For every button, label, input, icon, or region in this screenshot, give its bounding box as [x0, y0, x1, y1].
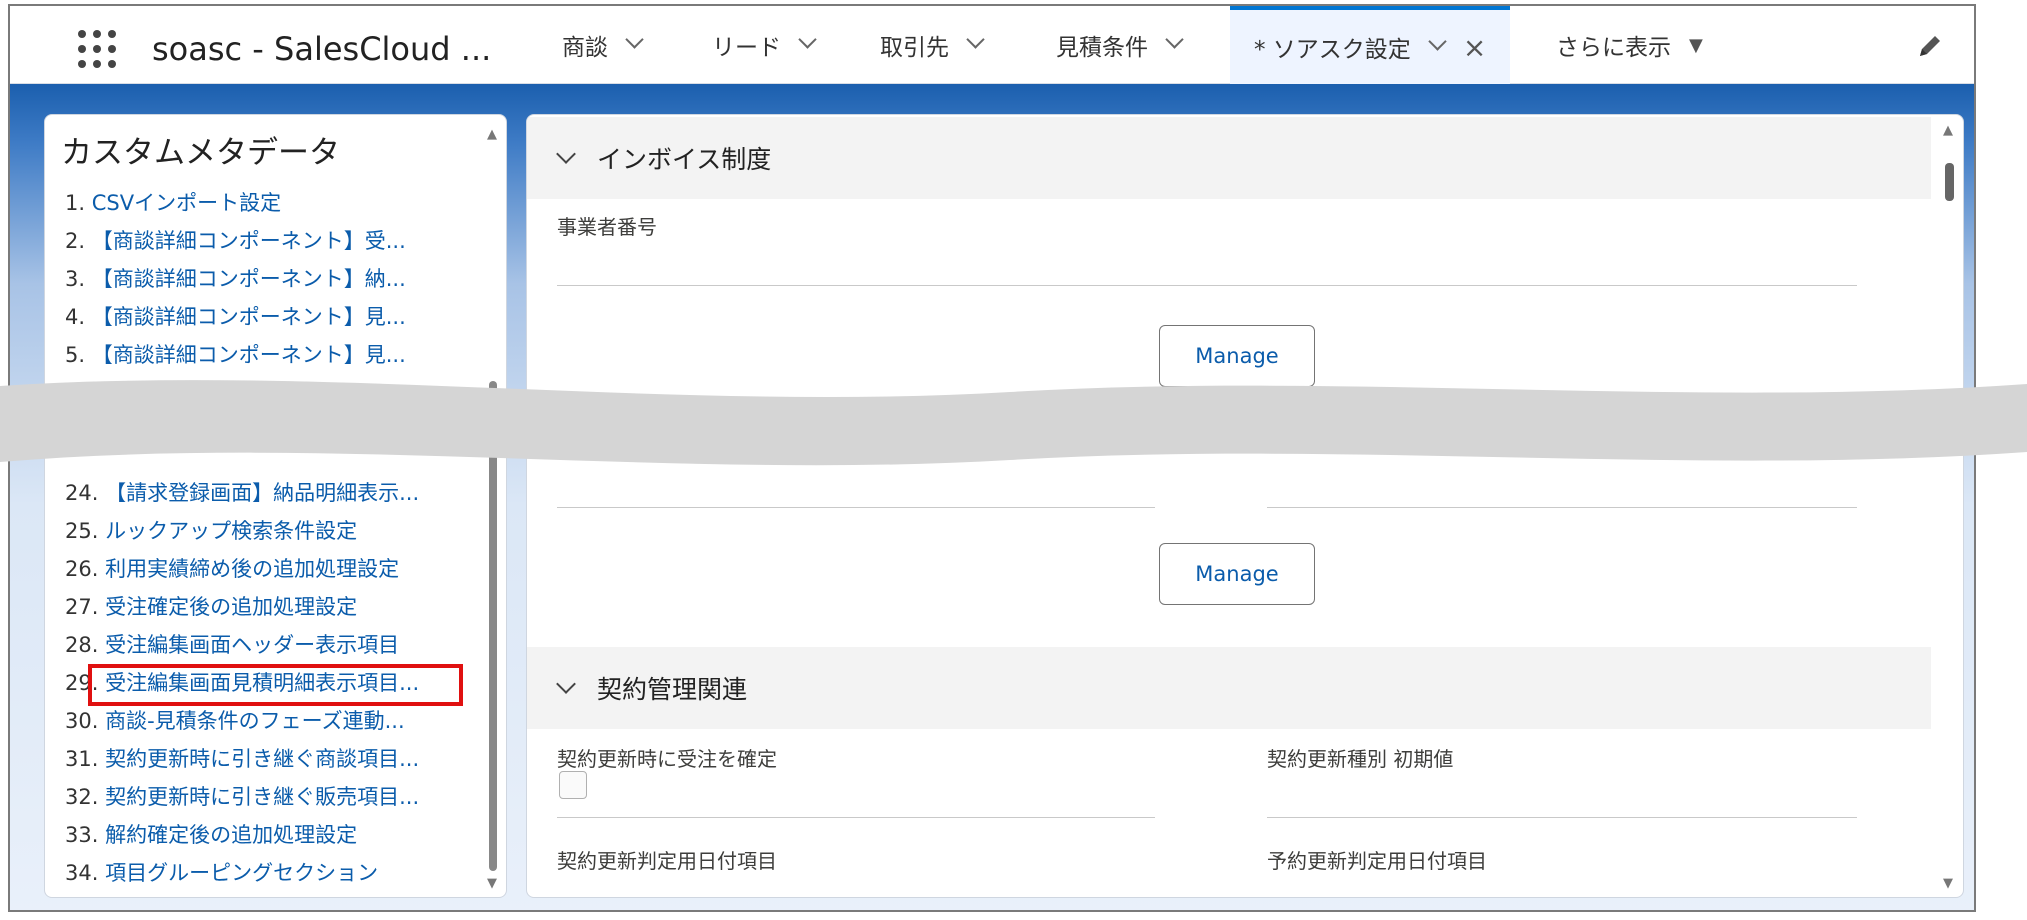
chevron-down-icon[interactable]: [967, 37, 983, 53]
item-label: 【商談詳細コンポーネント】納...: [91, 267, 406, 291]
section-title: インボイス制度: [597, 145, 772, 174]
item-label: 契約更新時に引き継ぐ商談項目...: [105, 747, 420, 771]
field-underline: [557, 507, 1155, 508]
scroll-up-icon[interactable]: ▲: [487, 127, 497, 142]
item-number: 32.: [65, 785, 99, 809]
list-item[interactable]: 1. CSVインポート設定: [65, 187, 505, 217]
item-label: 【商談詳細コンポーネント】見...: [91, 305, 406, 329]
item-label: 【商談詳細コンポーネント】受...: [91, 229, 406, 253]
field-label: 契約更新時に受注を確定: [557, 747, 777, 771]
tab-account[interactable]: 取引先: [880, 6, 983, 84]
tab-label: 取引先: [880, 35, 949, 61]
item-number: 31.: [65, 747, 99, 771]
item-label: 受注編集画面ヘッダー表示項目: [105, 633, 400, 657]
highlight-box: [88, 664, 463, 706]
app-launcher-icon[interactable]: [78, 30, 116, 68]
item-label: ルックアップ検索条件設定: [105, 519, 358, 543]
item-number: 25.: [65, 519, 99, 543]
item-number: 1.: [65, 191, 86, 215]
item-number: 34.: [65, 861, 99, 885]
field-underline: [557, 817, 1155, 818]
item-label: 利用実績締め後の追加処理設定: [105, 557, 400, 581]
top-navigation: soasc - SalesCloud ... 商談 リード 取引先 見積条件 *…: [10, 6, 1974, 84]
chevron-down-icon[interactable]: [799, 37, 815, 53]
close-icon[interactable]: ×: [1463, 31, 1486, 64]
list-item[interactable]: 3. 【商談詳細コンポーネント】納...: [65, 263, 505, 293]
custom-metadata-panel: カスタムメタデータ 1. CSVインポート設定 2. 【商談詳細コンポーネント】…: [44, 114, 507, 898]
field-label: 事業者番号: [557, 215, 657, 239]
item-label: 受注確定後の追加処理設定: [105, 595, 358, 619]
scroll-down-icon[interactable]: ▼: [487, 876, 497, 891]
tab-label: 見積条件: [1056, 35, 1148, 61]
tab-quote-conditions[interactable]: 見積条件: [1056, 6, 1182, 84]
panel-title: カスタムメタデータ: [61, 135, 340, 171]
chevron-down-icon[interactable]: [626, 37, 642, 53]
tab-label: * ソアスク設定: [1254, 37, 1411, 63]
list-item[interactable]: 33. 解約確定後の追加処理設定: [65, 819, 505, 849]
chevron-down-icon: [557, 679, 575, 697]
field-underline: [1267, 507, 1857, 508]
tab-more[interactable]: さらに表示 ▼: [1556, 6, 1703, 84]
caret-down-icon: ▼: [1689, 34, 1703, 56]
list-item[interactable]: 2. 【商談詳細コンポーネント】受...: [65, 225, 505, 255]
chevron-down-icon[interactable]: [1429, 39, 1445, 55]
tab-opportunity[interactable]: 商談: [562, 6, 642, 84]
field-label: 予約更新判定用日付項目: [1267, 849, 1487, 873]
item-label: 項目グルーピングセクション: [105, 861, 379, 885]
scroll-down-icon[interactable]: ▼: [1943, 876, 1953, 891]
scrollbar[interactable]: ▲ ▼: [1941, 123, 1957, 893]
list-item[interactable]: 34. 項目グルーピングセクション: [65, 857, 505, 887]
list-item[interactable]: 26. 利用実績締め後の追加処理設定: [65, 553, 505, 583]
item-label: 契約更新時に引き継ぐ販売項目...: [105, 785, 420, 809]
list-item[interactable]: 27. 受注確定後の追加処理設定: [65, 591, 505, 621]
item-number: 3.: [65, 267, 86, 291]
item-label: 解約確定後の追加処理設定: [105, 823, 358, 847]
tab-soasc-settings[interactable]: * ソアスク設定 ×: [1230, 6, 1511, 84]
field-underline: [557, 285, 1857, 286]
list-item[interactable]: 32. 契約更新時に引き継ぐ販売項目...: [65, 781, 505, 811]
scroll-thumb[interactable]: [1945, 163, 1954, 201]
scroll-up-icon[interactable]: ▲: [1943, 123, 1953, 138]
list-item[interactable]: 28. 受注編集画面ヘッダー表示項目: [65, 629, 505, 659]
item-label: 商談-見積条件のフェーズ連動...: [105, 709, 405, 733]
torn-section-divider: [0, 380, 2027, 466]
field-label: 契約更新種別 初期値: [1267, 747, 1454, 771]
item-number: 26.: [65, 557, 99, 581]
list-item[interactable]: 31. 契約更新時に引き継ぐ商談項目...: [65, 743, 505, 773]
contract-confirm-checkbox[interactable]: [559, 771, 587, 799]
chevron-down-icon: [557, 149, 575, 167]
tab-lead[interactable]: リード: [712, 6, 815, 84]
item-number: 4.: [65, 305, 86, 329]
item-label: 【商談詳細コンポーネント】見...: [91, 343, 406, 367]
tab-label: リード: [712, 35, 781, 61]
scrollbar[interactable]: ▲ ▼: [486, 123, 500, 893]
section-title: 契約管理関連: [597, 675, 748, 704]
item-number: 27.: [65, 595, 99, 619]
field-underline: [1267, 817, 1857, 818]
chevron-down-icon[interactable]: [1166, 37, 1182, 53]
item-number: 5.: [65, 343, 86, 367]
list-item[interactable]: 4. 【商談詳細コンポーネント】見...: [65, 301, 505, 331]
field-label: 契約更新判定用日付項目: [557, 849, 777, 873]
item-number: 2.: [65, 229, 86, 253]
list-item[interactable]: 5. 【商談詳細コンポーネント】見...: [65, 339, 505, 369]
pencil-icon[interactable]: [1916, 32, 1944, 60]
item-number: 33.: [65, 823, 99, 847]
item-number: 30.: [65, 709, 99, 733]
item-number: 28.: [65, 633, 99, 657]
settings-panel: インボイス制度 事業者番号 Manage Manage 契約管理関連 契約更新時…: [526, 114, 1964, 898]
section-header-contract[interactable]: 契約管理関連: [527, 647, 1931, 729]
app-title: soasc - SalesCloud ...: [152, 30, 492, 68]
tab-label: さらに表示: [1556, 35, 1671, 61]
item-label: CSVインポート設定: [91, 191, 282, 215]
list-item[interactable]: 30. 商談-見積条件のフェーズ連動...: [65, 705, 505, 735]
tab-label: 商談: [562, 35, 608, 61]
list-item[interactable]: 25. ルックアップ検索条件設定: [65, 515, 505, 545]
section-header-invoice[interactable]: インボイス制度: [527, 117, 1931, 199]
manage-button[interactable]: Manage: [1159, 543, 1315, 605]
